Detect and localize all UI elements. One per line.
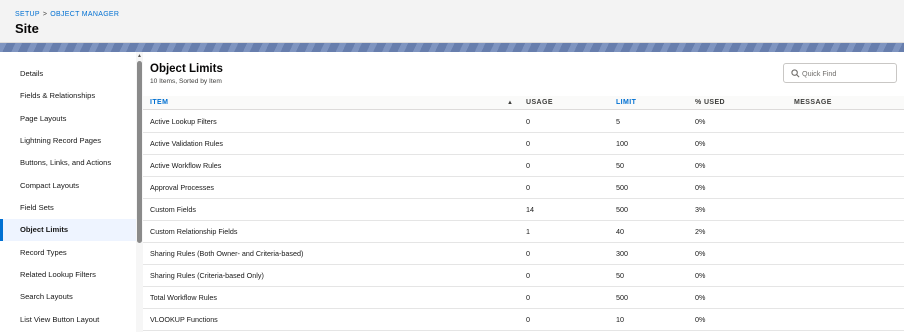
cell-limit: 500 <box>616 183 628 192</box>
sidebar-item-search-layouts[interactable]: Search Layouts <box>0 286 136 308</box>
sidebar-item-record-types[interactable]: Record Types <box>0 242 136 264</box>
column-header-usage[interactable]: USAGE <box>526 96 553 110</box>
table-row: Approval Processes 0 500 0% <box>143 177 904 199</box>
cell-percent-used: 3% <box>695 205 706 214</box>
cell-usage: 0 <box>526 161 530 170</box>
cell-item: Custom Relationship Fields <box>150 227 238 236</box>
cell-percent-used: 0% <box>695 249 706 258</box>
cell-item: Total Workflow Rules <box>150 293 217 302</box>
sidebar-scrollbar-thumb[interactable] <box>137 61 142 243</box>
sidebar-item-lightning-record-pages[interactable]: Lightning Record Pages <box>0 130 136 152</box>
cell-limit: 10 <box>616 315 624 324</box>
section-title: Object Limits <box>150 63 223 75</box>
cell-item: VLOOKUP Functions <box>150 315 218 324</box>
sidebar-item-page-layouts[interactable]: Page Layouts <box>0 108 136 130</box>
cell-percent-used: 0% <box>695 315 706 324</box>
table-row: Active Workflow Rules 0 50 0% <box>143 155 904 177</box>
page-header: SETUP > OBJECT MANAGER Site <box>0 0 904 43</box>
sidebar-item-list-view-button-layout[interactable]: List View Button Layout <box>0 309 136 331</box>
column-header-percent-used[interactable]: % USED <box>695 96 725 110</box>
sidebar-item-details[interactable]: Details <box>0 63 136 85</box>
cell-item: Sharing Rules (Both Owner- and Criteria-… <box>150 249 304 258</box>
sidebar-item-object-limits[interactable]: Object Limits <box>0 219 136 241</box>
table-row: Total Workflow Rules 0 500 0% <box>143 287 904 309</box>
sidebar-item-buttons-links-actions[interactable]: Buttons, Links, and Actions <box>0 152 136 174</box>
quick-find-box[interactable] <box>783 63 897 83</box>
cell-limit: 50 <box>616 271 624 280</box>
table-row: Sharing Rules (Both Owner- and Criteria-… <box>143 243 904 265</box>
cell-percent-used: 0% <box>695 183 706 192</box>
cell-percent-used: 2% <box>695 227 706 236</box>
table-row: Active Validation Rules 0 100 0% <box>143 133 904 155</box>
cell-usage: 14 <box>526 205 534 214</box>
table-row: Sharing Rules (Criteria-based Only) 0 50… <box>143 265 904 287</box>
sidebar-item-fields-relationships[interactable]: Fields & Relationships <box>0 85 136 107</box>
breadcrumb-separator: > <box>42 11 48 18</box>
column-header-limit[interactable]: LIMIT <box>616 96 636 110</box>
cell-limit: 300 <box>616 249 628 258</box>
cell-usage: 0 <box>526 139 530 148</box>
cell-limit: 100 <box>616 139 628 148</box>
table-row: Active Lookup Filters 0 5 0% <box>143 111 904 133</box>
cell-percent-used: 0% <box>695 139 706 148</box>
scroll-up-arrow-icon[interactable]: ▲ <box>137 53 142 59</box>
sidebar-item-related-lookup-filters[interactable]: Related Lookup Filters <box>0 264 136 286</box>
cell-item: Active Validation Rules <box>150 139 223 148</box>
table-row: Custom Fields 14 500 3% <box>143 199 904 221</box>
decorative-banner <box>0 43 904 52</box>
cell-usage: 0 <box>526 315 530 324</box>
breadcrumb-setup[interactable]: SETUP <box>15 11 40 18</box>
sidebar-item-compact-layouts[interactable]: Compact Layouts <box>0 175 136 197</box>
item-count-subtitle: 10 Items, Sorted by Item <box>150 78 222 85</box>
quick-find-input[interactable] <box>802 67 892 80</box>
table-row: Custom Relationship Fields 1 40 2% <box>143 221 904 243</box>
sort-ascending-icon[interactable]: ▲ <box>507 96 513 110</box>
cell-percent-used: 0% <box>695 161 706 170</box>
cell-limit: 40 <box>616 227 624 236</box>
cell-usage: 0 <box>526 271 530 280</box>
cell-limit: 50 <box>616 161 624 170</box>
cell-item: Approval Processes <box>150 183 214 192</box>
cell-usage: 0 <box>526 249 530 258</box>
table-row: VLOOKUP Functions 0 10 0% <box>143 309 904 331</box>
object-limits-panel: Object Limits 10 Items, Sorted by Item I… <box>143 52 904 332</box>
cell-item: Custom Fields <box>150 205 196 214</box>
cell-usage: 0 <box>526 293 530 302</box>
sidebar-item-field-sets[interactable]: Field Sets <box>0 197 136 219</box>
search-icon <box>791 69 800 78</box>
cell-item: Active Workflow Rules <box>150 161 222 170</box>
page-title: Site <box>15 21 39 36</box>
cell-limit: 500 <box>616 205 628 214</box>
cell-percent-used: 0% <box>695 293 706 302</box>
cell-percent-used: 0% <box>695 271 706 280</box>
cell-usage: 0 <box>526 183 530 192</box>
cell-limit: 500 <box>616 293 628 302</box>
cell-item: Active Lookup Filters <box>150 117 217 126</box>
column-header-item[interactable]: ITEM <box>150 96 168 110</box>
cell-limit: 5 <box>616 117 620 126</box>
cell-usage: 1 <box>526 227 530 236</box>
column-header-message[interactable]: MESSAGE <box>794 96 832 110</box>
object-manager-sidebar: Details Fields & Relationships Page Layo… <box>0 52 143 332</box>
table-header: ITEM ▲ USAGE LIMIT % USED MESSAGE <box>143 96 904 110</box>
breadcrumb: SETUP > OBJECT MANAGER <box>15 11 119 18</box>
cell-item: Sharing Rules (Criteria-based Only) <box>150 271 264 280</box>
cell-usage: 0 <box>526 117 530 126</box>
breadcrumb-object-manager[interactable]: OBJECT MANAGER <box>50 11 119 18</box>
cell-percent-used: 0% <box>695 117 706 126</box>
